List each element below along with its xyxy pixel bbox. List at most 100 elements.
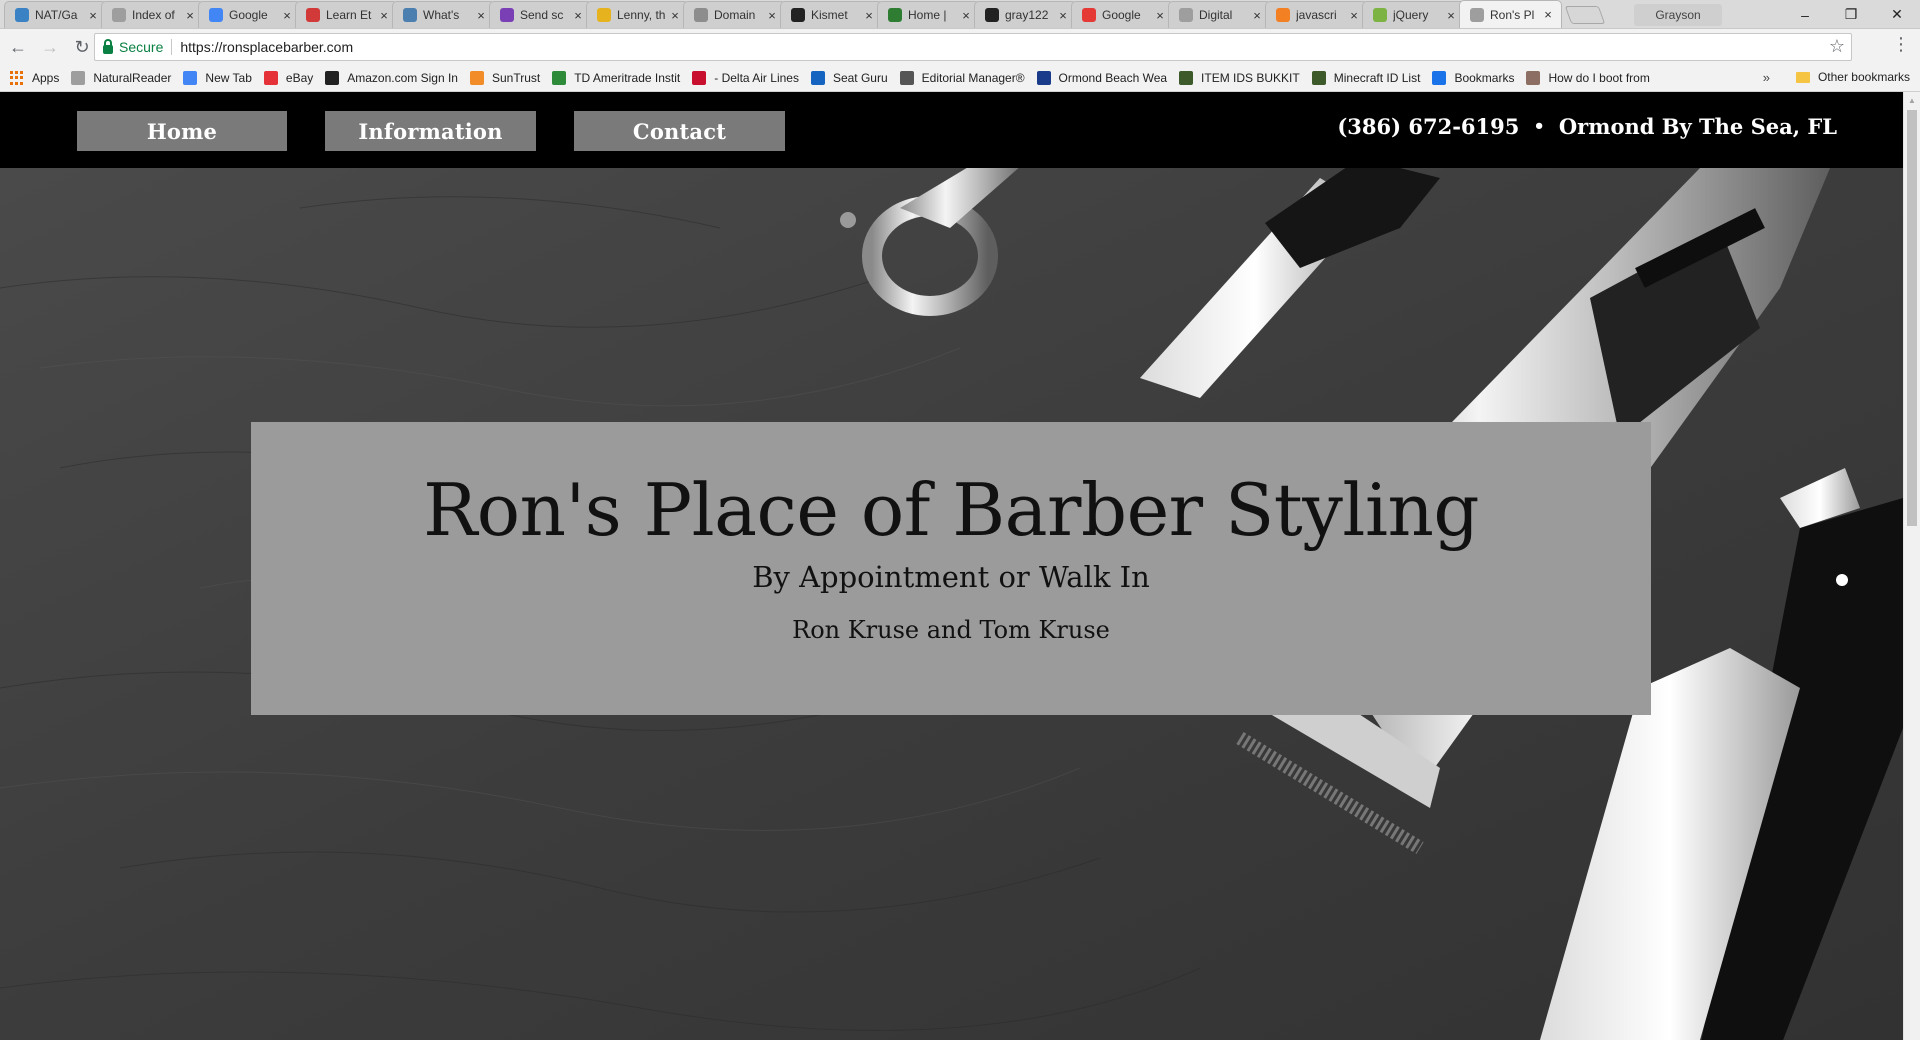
ebay-icon bbox=[263, 71, 278, 85]
bookmark-label: New Tab bbox=[205, 71, 252, 85]
tab-label: Digital bbox=[1199, 8, 1233, 22]
bookmark-item[interactable]: How do I boot from bbox=[1526, 71, 1650, 85]
browser-tab[interactable]: Index of × bbox=[101, 1, 204, 28]
bookmark-label: NaturalReader bbox=[93, 71, 172, 85]
browser-tab[interactable]: Send sc × bbox=[489, 1, 592, 28]
lock-icon bbox=[103, 38, 113, 54]
bookmark-item[interactable]: TD Ameritrade Instit bbox=[552, 71, 680, 85]
bookmark-item[interactable]: Minecraft ID List bbox=[1311, 71, 1420, 85]
nav-home-button[interactable]: Home bbox=[77, 111, 287, 151]
scroll-up-arrow-icon[interactable]: ▲ bbox=[1904, 92, 1920, 109]
browser-tab[interactable]: Domain × bbox=[683, 1, 786, 28]
amazon-icon bbox=[325, 71, 340, 85]
browser-tab[interactable]: Home | × bbox=[877, 1, 980, 28]
browser-tab[interactable]: javascri × bbox=[1265, 1, 1368, 28]
domain-icon bbox=[694, 8, 708, 22]
nav-information-button[interactable]: Information bbox=[325, 111, 536, 151]
bookmark-item[interactable]: Seat Guru bbox=[810, 71, 888, 85]
tab-close-icon[interactable]: × bbox=[474, 8, 488, 23]
bookmark-item[interactable]: Editorial Manager® bbox=[899, 71, 1025, 85]
tab-close-icon[interactable]: × bbox=[1347, 8, 1361, 23]
tab-close-icon[interactable]: × bbox=[377, 8, 391, 23]
bookmark-item[interactable]: ITEM IDS BUKKIT bbox=[1179, 71, 1300, 85]
browser-tab[interactable]: jQuery × bbox=[1362, 1, 1465, 28]
tab-close-icon[interactable]: × bbox=[86, 8, 100, 23]
bookmark-item[interactable]: SunTrust bbox=[469, 71, 541, 85]
tab-close-icon[interactable]: × bbox=[862, 8, 876, 23]
bookmark-label: SunTrust bbox=[491, 71, 541, 85]
tab-close-icon[interactable]: × bbox=[765, 8, 779, 23]
github-icon bbox=[985, 8, 999, 22]
bookmark-item[interactable]: Amazon.com Sign In bbox=[325, 71, 458, 85]
bookmark-item[interactable]: - Delta Air Lines bbox=[692, 71, 799, 85]
tab-label: Google bbox=[229, 8, 268, 22]
browser-tab[interactable]: Learn Et × bbox=[295, 1, 398, 28]
bookmark-item[interactable]: NaturalReader bbox=[71, 71, 171, 85]
phone-number[interactable]: (386) 672-6195 bbox=[1337, 114, 1519, 139]
browser-tab[interactable]: Lenny, th × bbox=[586, 1, 689, 28]
browser-tab[interactable]: NAT/Ga × bbox=[4, 1, 107, 28]
hero-section: Ron's Place of Barber Styling By Appoint… bbox=[0, 168, 1903, 1040]
globe-icon bbox=[15, 8, 29, 22]
smiley-icon bbox=[597, 8, 611, 22]
bookmark-label: Editorial Manager® bbox=[921, 71, 1025, 85]
google-forms-icon bbox=[1082, 8, 1096, 22]
minimize-icon[interactable]: – bbox=[1782, 0, 1828, 29]
tab-label: Google bbox=[1102, 8, 1141, 22]
browser-tab[interactable]: gray122 × bbox=[974, 1, 1077, 28]
forward-button[interactable]: → bbox=[36, 33, 64, 61]
browser-tab[interactable]: Ron's Pl × bbox=[1459, 0, 1562, 28]
tab-close-icon[interactable]: × bbox=[280, 8, 294, 23]
bookmarks-overflow-button[interactable]: » bbox=[1763, 70, 1770, 85]
bookmark-item[interactable]: New Tab bbox=[183, 71, 252, 85]
suntrust-icon bbox=[469, 71, 484, 85]
close-window-icon[interactable]: ✕ bbox=[1874, 0, 1920, 29]
address-bar[interactable]: Secure https://ronsplacebarber.com ☆ bbox=[94, 33, 1852, 61]
tab-close-icon[interactable]: × bbox=[1444, 8, 1458, 23]
bookmark-item[interactable]: Ormond Beach Wea bbox=[1036, 71, 1167, 85]
browser-tab[interactable]: Google × bbox=[1071, 1, 1174, 28]
bookmark-item[interactable]: Bookmarks bbox=[1432, 71, 1514, 85]
browser-tab[interactable]: What's × bbox=[392, 1, 495, 28]
back-button[interactable]: ← bbox=[4, 33, 32, 61]
scrollbar-thumb[interactable] bbox=[1907, 110, 1917, 526]
new-tab-button[interactable] bbox=[1564, 6, 1606, 24]
url-text[interactable]: https://ronsplacebarber.com bbox=[180, 39, 353, 55]
tab-close-icon[interactable]: × bbox=[183, 8, 197, 23]
tab-close-icon[interactable]: × bbox=[1250, 8, 1264, 23]
browser-tab[interactable]: Digital × bbox=[1168, 1, 1271, 28]
stack-icon bbox=[1276, 8, 1290, 22]
tab-label: gray122 bbox=[1005, 8, 1049, 22]
owner-names: Ron Kruse and Tom Kruse bbox=[792, 616, 1110, 644]
td-icon bbox=[552, 71, 567, 85]
browser-toolbar: ← → ↻ Secure https://ronsplacebarber.com… bbox=[0, 29, 1920, 65]
bookmark-star-icon[interactable]: ☆ bbox=[1829, 36, 1845, 57]
seat-icon bbox=[810, 71, 825, 85]
tab-strip: NAT/Ga × Index of × Google × Learn Et × What's × S… bbox=[0, 0, 1920, 29]
bookmark-label: ITEM IDS BUKKIT bbox=[1201, 71, 1300, 85]
maximize-icon[interactable]: ❐ bbox=[1828, 0, 1874, 29]
bookmark-item[interactable]: eBay bbox=[263, 71, 313, 85]
bookmark-label: TD Ameritrade Instit bbox=[574, 71, 681, 85]
profile-button[interactable]: Grayson bbox=[1634, 4, 1722, 26]
browser-tab[interactable]: Google × bbox=[198, 1, 301, 28]
document-icon bbox=[1179, 8, 1193, 22]
tab-close-icon[interactable]: × bbox=[1541, 7, 1555, 22]
tab-close-icon[interactable]: × bbox=[668, 8, 682, 23]
tab-close-icon[interactable]: × bbox=[1153, 8, 1167, 23]
reload-button[interactable]: ↻ bbox=[68, 33, 96, 61]
site-title: Ron's Place of Barber Styling bbox=[423, 468, 1479, 552]
tab-close-icon[interactable]: × bbox=[571, 8, 585, 23]
page-scrollbar[interactable]: ▲ bbox=[1903, 92, 1920, 1040]
site-subtitle: By Appointment or Walk In bbox=[752, 560, 1150, 594]
tab-close-icon[interactable]: × bbox=[1056, 8, 1070, 23]
tab-close-icon[interactable]: × bbox=[959, 8, 973, 23]
nav-contact-button[interactable]: Contact bbox=[574, 111, 785, 151]
browser-tab[interactable]: Kismet × bbox=[780, 1, 883, 28]
weather-icon bbox=[1036, 71, 1051, 85]
cube-icon bbox=[1311, 71, 1326, 85]
browser-menu-icon[interactable]: ⋮ bbox=[1892, 35, 1910, 53]
other-bookmarks-button[interactable]: Other bookmarks bbox=[1795, 70, 1910, 84]
tab-label: javascri bbox=[1296, 8, 1337, 22]
bookmark-item[interactable]: Apps bbox=[10, 71, 59, 85]
